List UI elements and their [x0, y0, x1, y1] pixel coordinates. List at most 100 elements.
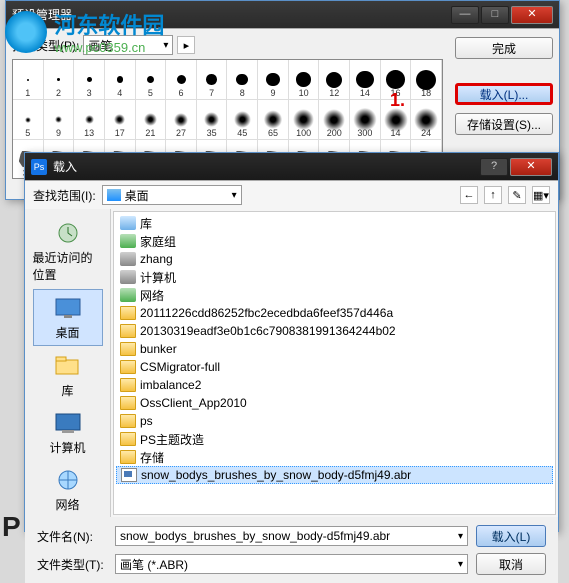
brush-preview [326, 72, 342, 88]
dialog-load-button[interactable]: 载入(L) [476, 525, 546, 547]
look-in-combo[interactable]: 桌面 [102, 185, 242, 205]
file-row[interactable]: OssClient_App2010 [116, 394, 553, 412]
minimize-button[interactable]: — [451, 6, 479, 24]
help-button[interactable]: ? [480, 158, 508, 176]
file-row[interactable]: 计算机 [116, 268, 553, 286]
titlebar[interactable]: 预设管理器 — □ ✕ [6, 1, 559, 29]
brush-preview [57, 78, 60, 81]
sidebar-libraries[interactable]: 库 [33, 348, 103, 403]
filename-input[interactable]: snow_bodys_brushes_by_snow_body-d5fmj49.… [115, 526, 468, 546]
brush-cell[interactable]: 2 [44, 60, 75, 100]
brush-cell[interactable]: 65 [258, 100, 289, 140]
brush-cell[interactable]: 200 [319, 100, 350, 140]
ps-icon: Ps [31, 159, 47, 175]
file-row[interactable]: zhang [116, 250, 553, 268]
file-row[interactable]: bunker [116, 340, 553, 358]
file-name: 20111226cdd86252fbc2ecedbda6feef357d446a [140, 306, 393, 320]
brush-cell[interactable]: 6 [166, 60, 197, 100]
folder-icon [120, 396, 136, 410]
brush-cell[interactable]: 13 [74, 100, 105, 140]
brush-size-label: 9 [270, 88, 275, 98]
file-name: ps [140, 414, 153, 428]
brush-size-label: 5 [25, 128, 30, 138]
brush-size-label: 14 [360, 88, 370, 98]
brush-size-label: 2 [56, 88, 61, 98]
filetype-combo[interactable]: 画笔 (*.ABR) [115, 554, 468, 574]
folder-icon [120, 324, 136, 338]
brush-cell[interactable]: 14 [350, 60, 381, 100]
desktop-icon [107, 189, 121, 201]
brush-size-label: 3 [87, 88, 92, 98]
back-icon[interactable]: ← [460, 186, 478, 204]
file-row[interactable]: 网络 [116, 286, 553, 304]
file-row[interactable]: ps [116, 412, 553, 430]
cancel-button[interactable]: 取消 [476, 553, 546, 575]
sidebar-network[interactable]: 网络 [33, 462, 103, 517]
brush-size-label: 27 [176, 128, 186, 138]
brush-cell[interactable]: 3 [74, 60, 105, 100]
brush-cell[interactable]: 5 [136, 60, 167, 100]
file-row[interactable]: imbalance2 [116, 376, 553, 394]
brush-size-label: 45 [237, 128, 247, 138]
comp-icon [120, 270, 136, 284]
background-letter: P [2, 511, 21, 543]
view-menu-icon[interactable]: ▦▾ [532, 186, 550, 204]
file-row[interactable]: CSMigrator-full [116, 358, 553, 376]
brush-cell[interactable]: 18 [411, 60, 442, 100]
brush-cell[interactable]: 12 [319, 60, 350, 100]
brush-cell[interactable]: 9 [44, 100, 75, 140]
brush-cell[interactable]: 8 [227, 60, 258, 100]
brush-cell[interactable]: 9 [258, 60, 289, 100]
brush-cell[interactable]: 21 [136, 100, 167, 140]
titlebar[interactable]: Ps 载入 ? ✕ [25, 153, 558, 181]
brush-cell[interactable]: 4 [105, 60, 136, 100]
desktop-icon [52, 294, 84, 322]
file-row[interactable]: PS主题改造 [116, 430, 553, 448]
net-icon [120, 234, 136, 248]
file-name: 计算机 [140, 269, 176, 286]
brush-preview [117, 76, 123, 82]
recent-icon [52, 219, 84, 247]
new-folder-icon[interactable]: ✎ [508, 186, 526, 204]
brush-cell[interactable]: 300 [350, 100, 381, 140]
brush-cell[interactable]: 5 [13, 100, 44, 140]
sidebar-recent[interactable]: 最近访问的位置 [33, 215, 103, 287]
file-name: imbalance2 [140, 378, 201, 392]
load-button[interactable]: 载入(L)... [455, 83, 553, 105]
file-row[interactable]: 库 [116, 214, 553, 232]
brush-cell[interactable]: 100 [289, 100, 320, 140]
file-row[interactable]: 存储 [116, 448, 553, 466]
brush-cell[interactable]: 17 [105, 100, 136, 140]
brush-preview [114, 114, 125, 125]
flyout-menu-icon[interactable]: ▸ [177, 36, 195, 54]
brush-preview [87, 77, 92, 82]
brush-cell[interactable]: 1 [13, 60, 44, 100]
brush-cell[interactable]: 35 [197, 100, 228, 140]
file-list[interactable]: 库家庭组zhang计算机网络 20111226cdd86252fbc2ecedbd… [113, 211, 556, 515]
file-row[interactable]: 20130319eadf3e0b1c6c7908381991364244b02 [116, 322, 553, 340]
file-row[interactable]: 20111226cdd86252fbc2ecedbda6feef357d446a [116, 304, 553, 322]
save-set-button[interactable]: 存储设置(S)... [455, 113, 553, 135]
preset-type-combo[interactable]: 画笔 [83, 35, 173, 55]
maximize-button[interactable]: □ [481, 6, 509, 24]
done-button[interactable]: 完成 [455, 37, 553, 59]
file-name: 网络 [140, 287, 164, 304]
brush-cell[interactable]: 10 [289, 60, 320, 100]
net-icon [120, 288, 136, 302]
sidebar-computer[interactable]: 计算机 [33, 405, 103, 460]
brush-cell[interactable]: 27 [166, 100, 197, 140]
close-button[interactable]: ✕ [510, 158, 552, 176]
close-button[interactable]: ✕ [511, 6, 553, 24]
brush-cell[interactable]: 7 [197, 60, 228, 100]
file-row[interactable]: 家庭组 [116, 232, 553, 250]
computer-icon [52, 409, 84, 437]
brush-cell[interactable]: 45 [227, 100, 258, 140]
brush-cell[interactable]: 24 [411, 100, 442, 140]
file-row[interactable]: snow_bodys_brushes_by_snow_body-d5fmj49.… [116, 466, 553, 484]
sidebar-desktop[interactable]: 桌面 [33, 289, 103, 346]
brush-preview [296, 72, 311, 87]
dialog-toolbar: 查找范围(I): 桌面 ← ↑ ✎ ▦▾ [25, 181, 558, 209]
brush-preview [177, 75, 186, 84]
up-icon[interactable]: ↑ [484, 186, 502, 204]
file-name: 库 [140, 215, 152, 232]
